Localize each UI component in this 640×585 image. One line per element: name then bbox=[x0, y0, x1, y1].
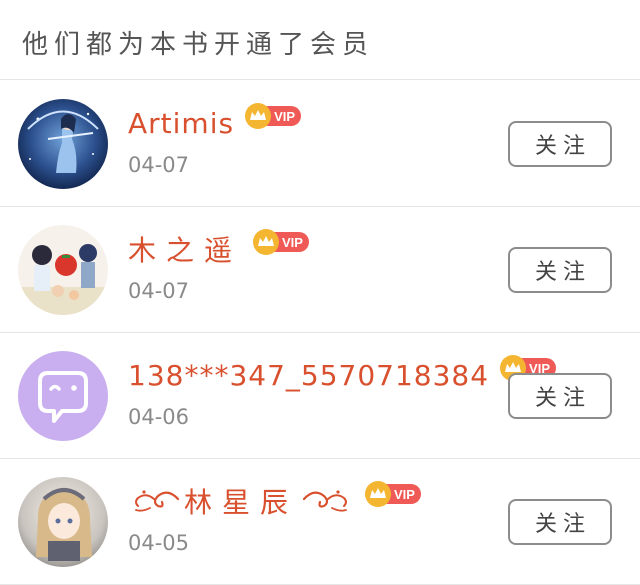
list-item[interactable]: 138***347_5570718384 VIP 04-06 关注 bbox=[0, 333, 640, 459]
vip-label: VIP bbox=[274, 108, 296, 124]
vip-badge: VIP bbox=[245, 103, 302, 129]
avatar[interactable] bbox=[18, 477, 108, 567]
list-item[interactable]: 木之遥 VIP 04-07 关注 bbox=[0, 207, 640, 333]
follow-button[interactable]: 关注 bbox=[508, 121, 612, 167]
member-name[interactable]: Artimis bbox=[128, 107, 234, 140]
avatar-anime-group-illustration bbox=[18, 225, 108, 315]
chat-bubble-default-icon bbox=[18, 351, 108, 441]
avatar[interactable] bbox=[18, 99, 108, 189]
member-list: Artimis VIP 04-07 关注 木之遥 VIP 04-07 关注 13… bbox=[0, 81, 640, 585]
member-name[interactable]: 林星辰 bbox=[184, 481, 298, 521]
page-header: 他们都为本书开通了会员 bbox=[0, 0, 640, 80]
list-item[interactable]: Artimis VIP 04-07 关注 bbox=[0, 81, 640, 207]
right-flourish-icon bbox=[302, 484, 350, 518]
vip-label: VIP bbox=[282, 234, 303, 250]
member-name[interactable]: 138***347_5570718384 bbox=[128, 359, 489, 392]
page-title: 他们都为本书开通了会员 bbox=[22, 30, 375, 60]
avatar[interactable] bbox=[18, 351, 108, 441]
member-name[interactable]: 木之遥 bbox=[128, 229, 242, 269]
vip-badge: VIP bbox=[365, 481, 421, 507]
vip-label: VIP bbox=[394, 486, 415, 502]
avatar-archer-illustration bbox=[18, 99, 108, 189]
member-date: 04-07 bbox=[128, 279, 190, 303]
list-item[interactable]: 林星辰 VIP 04-05 关注 bbox=[0, 459, 640, 585]
crown-icon bbox=[245, 103, 272, 129]
member-date: 04-05 bbox=[128, 531, 190, 555]
vip-badge: VIP bbox=[253, 229, 309, 255]
follow-button[interactable]: 关注 bbox=[508, 499, 612, 545]
member-date: 04-06 bbox=[128, 405, 190, 429]
crown-icon bbox=[365, 481, 392, 507]
avatar[interactable] bbox=[18, 225, 108, 315]
follow-button[interactable]: 关注 bbox=[508, 373, 612, 419]
follow-button[interactable]: 关注 bbox=[508, 247, 612, 293]
crown-icon bbox=[253, 229, 280, 255]
avatar-anime-girl-illustration bbox=[18, 477, 108, 567]
left-flourish-icon bbox=[132, 484, 180, 518]
member-date: 04-07 bbox=[128, 153, 190, 177]
